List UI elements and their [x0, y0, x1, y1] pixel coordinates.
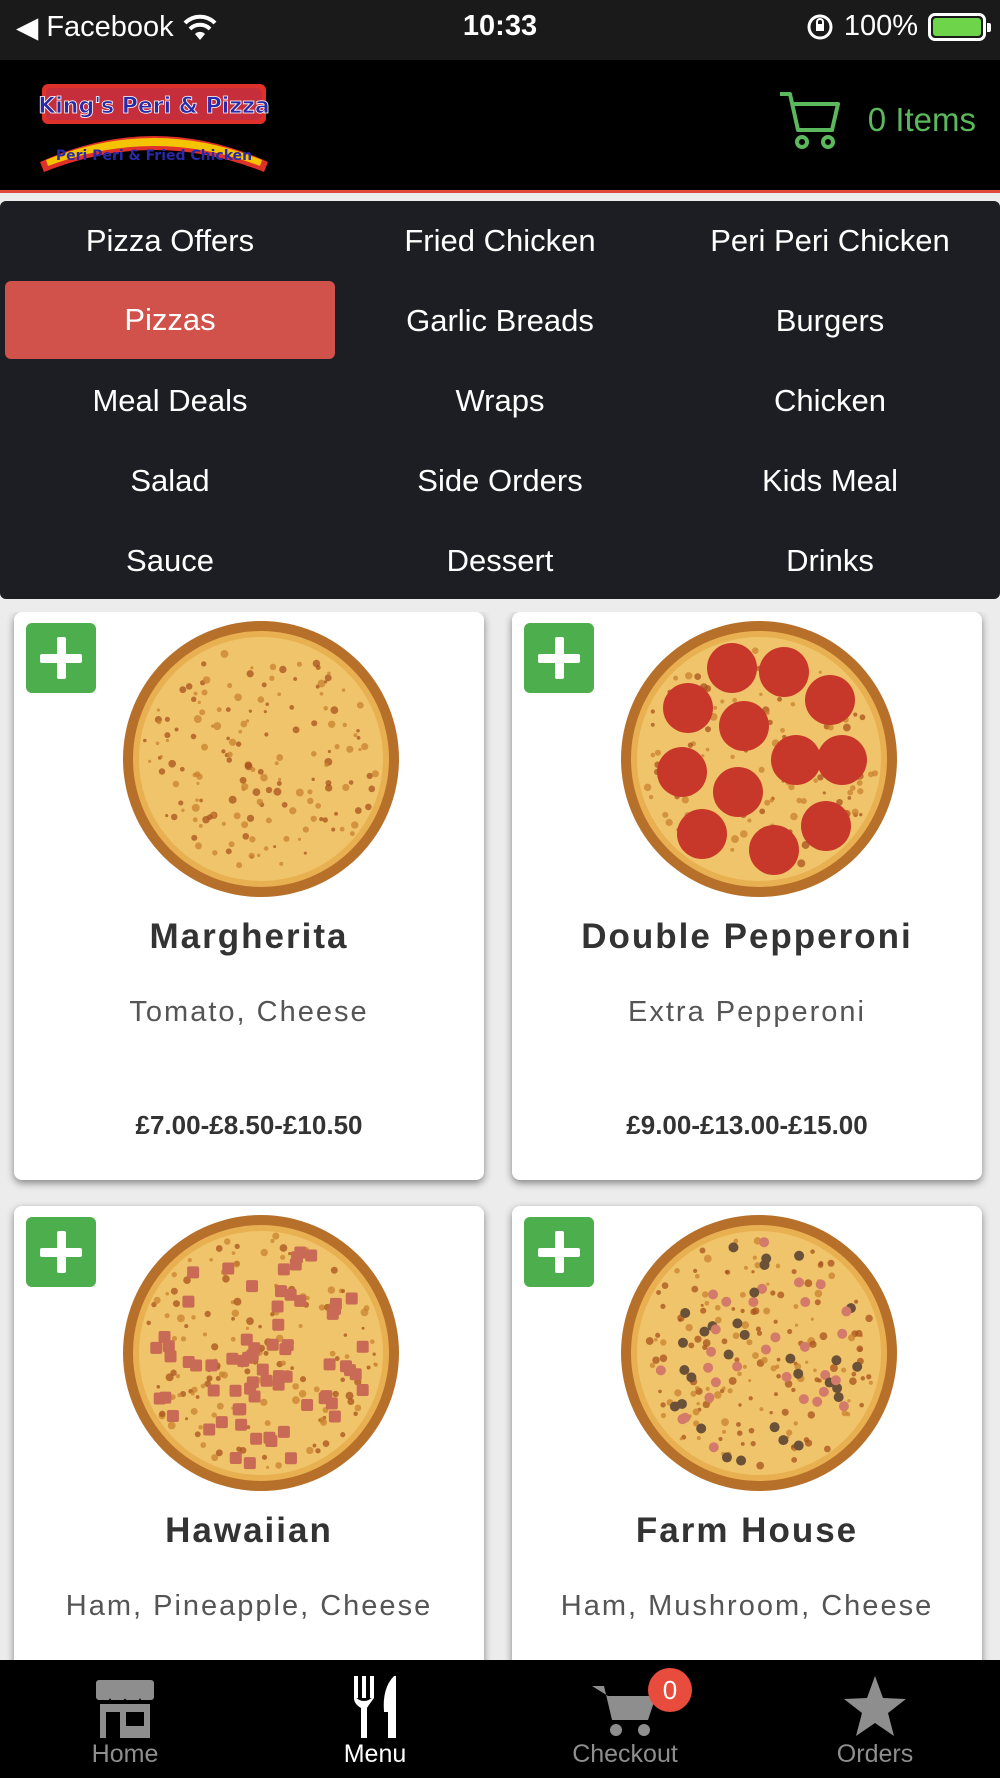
cart-items-count: 0 Items — [867, 101, 976, 138]
header-cart-button[interactable]: 0 Items — [778, 90, 976, 150]
svg-text:Peri Peri & Fried Chicken: Peri Peri & Fried Chicken — [56, 148, 252, 164]
product-price: £9.00-£13.00-£15.00 — [626, 1110, 868, 1140]
svg-text:King's Peri & Pizza: King's Peri & Pizza — [38, 94, 270, 119]
product-name: Hawaiian — [165, 1511, 333, 1550]
category-item[interactable]: Fried Chicken — [335, 201, 665, 281]
tab-label: Checkout — [572, 1740, 678, 1768]
category-item[interactable]: Meal Deals — [5, 361, 335, 441]
tab-label: Home — [91, 1740, 159, 1768]
category-item[interactable]: Kids Meal — [665, 441, 995, 521]
product-card[interactable]: Double Pepperoni Extra Pepperoni £9.00-£13… — [512, 612, 982, 1180]
fork-knife-icon — [354, 1676, 396, 1738]
category-item[interactable]: Pizzas — [5, 281, 335, 359]
category-item[interactable]: Wraps — [335, 361, 665, 441]
orientation-lock-icon — [807, 14, 833, 39]
product-name: Farm House — [635, 1511, 859, 1550]
star-icon — [844, 1676, 906, 1736]
add-to-cart-button[interactable] — [524, 1217, 594, 1287]
add-to-cart-button[interactable] — [524, 623, 594, 693]
category-item[interactable]: Garlic Breads — [335, 281, 665, 361]
category-item[interactable]: Chicken — [665, 361, 995, 441]
battery-icon — [928, 12, 991, 41]
tab-label: Menu — [343, 1740, 407, 1768]
tab-checkout[interactable]: 0 Checkout — [500, 1660, 750, 1778]
restaurant-logo[interactable]: King's Peri & Pizza Peri Peri & Fried Ch… — [36, 80, 272, 176]
category-item[interactable]: Dessert — [335, 521, 665, 601]
pizza-image — [123, 621, 399, 897]
product-description: Ham, Mushroom, Cheese — [560, 1590, 934, 1622]
product-card[interactable]: Hawaiian Ham, Pineapple, Cheese — [14, 1206, 484, 1660]
app-header: King's Peri & Pizza Peri Peri & Fried Ch… — [0, 60, 1000, 193]
category-item[interactable]: Sauce — [5, 521, 335, 601]
category-item[interactable]: Burgers — [665, 281, 995, 361]
add-to-cart-button[interactable] — [26, 1217, 96, 1287]
store-icon — [95, 1680, 155, 1738]
pizza-image — [621, 1215, 897, 1491]
category-item[interactable]: Drinks — [665, 521, 995, 601]
product-price: £7.00-£8.50-£10.50 — [135, 1110, 363, 1140]
status-bar: ◀ Facebook 10:33 100% — [0, 0, 1000, 60]
pizza-image — [621, 621, 897, 897]
product-name: Margherita — [149, 917, 349, 956]
tab-menu[interactable]: Menu — [250, 1660, 500, 1778]
cart-icon — [779, 92, 840, 149]
tab-home[interactable]: Home — [0, 1660, 250, 1778]
add-to-cart-button[interactable] — [26, 623, 96, 693]
category-item[interactable]: Pizza Offers — [5, 201, 335, 281]
category-menu: Pizza Offers Fried Chicken Peri Peri Chick… — [0, 201, 1000, 599]
product-description: Tomato, Cheese — [129, 996, 369, 1028]
product-grid: Margherita Tomato, Cheese £7.00-£8.50-£10.… — [0, 612, 1000, 1660]
product-card[interactable]: Farm House Ham, Mushroom, Cheese — [512, 1206, 982, 1660]
product-card[interactable]: Margherita Tomato, Cheese £7.00-£8.50-£10.… — [14, 612, 484, 1180]
bottom-tab-bar: Home Menu 0 Checkout Orders — [0, 1660, 1000, 1778]
pizza-image — [123, 1215, 399, 1491]
checkout-badge: 0 — [648, 1668, 692, 1712]
category-item[interactable]: Side Orders — [335, 441, 665, 521]
product-description: Ham, Pineapple, Cheese — [65, 1590, 433, 1622]
battery-percent: 100% — [843, 10, 918, 42]
product-description: Extra Pepperoni — [628, 996, 866, 1028]
tab-orders[interactable]: Orders — [750, 1660, 1000, 1778]
category-item[interactable]: Salad — [5, 441, 335, 521]
product-name: Double Pepperoni — [581, 917, 913, 956]
tab-label: Orders — [836, 1740, 914, 1768]
category-item[interactable]: Peri Peri Chicken — [665, 201, 995, 281]
